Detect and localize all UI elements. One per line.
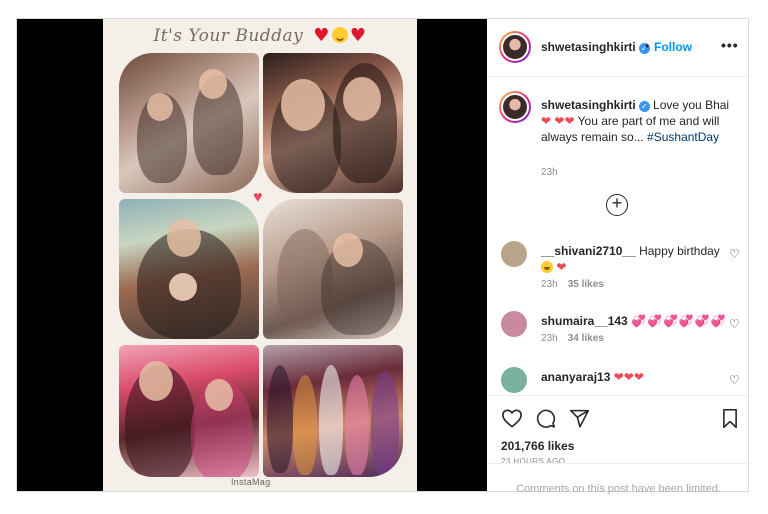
caption-timestamp[interactable]: 23h	[541, 167, 558, 178]
comment-time[interactable]: 23h	[541, 279, 558, 290]
birthday-collage: It's Your Budday ♥ ♥ ♥ InstaMag	[103, 19, 417, 491]
avatar[interactable]	[499, 91, 531, 123]
follow-button[interactable]: Follow	[654, 40, 692, 54]
comment-meta: 23h 35 likes	[541, 279, 604, 290]
share-send-icon[interactable]	[569, 408, 590, 429]
load-more-comments-button[interactable]: +	[606, 194, 628, 216]
comment-item: ananyaraj13 ❤❤❤ ♡	[487, 361, 750, 395]
like-heart-icon[interactable]	[501, 408, 523, 428]
comment-text: __shivani2710__ Happy birthday ❤	[541, 243, 731, 275]
header-separator: •	[645, 39, 650, 53]
collage-photo-2	[263, 53, 403, 193]
heart-icon: ♥	[253, 189, 263, 206]
comment-username[interactable]: __shivani2710__	[541, 244, 636, 258]
comment-body: Happy birthday	[639, 244, 720, 258]
comment-item: shumaira__143 💞💞💞💞💞💞 23h 34 likes ♡	[487, 305, 750, 367]
bookmark-icon[interactable]	[721, 408, 739, 429]
collage-photo-6	[263, 345, 403, 477]
collage-title-text: It's Your Budday	[153, 26, 304, 46]
collage-title: It's Your Budday ♥ ♥	[103, 25, 417, 46]
collage-photo-3	[119, 199, 259, 339]
comment-item: __shivani2710__ Happy birthday ❤ 23h 35 l…	[487, 235, 750, 297]
comment-icon[interactable]	[535, 408, 556, 429]
avatar[interactable]	[501, 241, 527, 267]
post-actions: 201,766 likes 23 HOURS AGO	[487, 395, 750, 466]
comment-username[interactable]: shumaira__143	[541, 314, 628, 328]
caption-text-start: Love you Bhai	[653, 98, 730, 112]
comment-meta: 23h 34 likes	[541, 333, 604, 344]
comment-text: ananyaraj13 ❤❤❤	[541, 369, 731, 385]
comment-time[interactable]: 23h	[541, 333, 558, 344]
heart-icon: ♥	[349, 25, 367, 46]
verified-badge-icon: ✓	[638, 101, 650, 112]
avatar[interactable]	[501, 367, 527, 393]
heart-icon: ❤	[556, 260, 567, 274]
avatar[interactable]	[501, 311, 527, 337]
heart-icon: ♥	[313, 25, 330, 46]
username-text[interactable]: shwetasinghkirti	[541, 40, 636, 54]
post-author-username[interactable]: shwetasinghkirti ✓	[541, 40, 650, 54]
collage-photo-5	[119, 345, 259, 477]
heart-icon: ❤	[541, 114, 552, 128]
like-comment-icon[interactable]: ♡	[729, 317, 740, 331]
comment-likes[interactable]: 34 likes	[568, 333, 604, 344]
caption-username[interactable]: shwetasinghkirti	[541, 98, 636, 112]
likes-count[interactable]: 201,766 likes	[501, 439, 574, 453]
instagram-post: It's Your Budday ♥ ♥ ♥ InstaMag shwetasi…	[16, 18, 750, 495]
comment-likes[interactable]: 35 likes	[568, 279, 604, 290]
smiling-face-icon	[331, 27, 348, 43]
comment-body: ❤❤❤	[613, 370, 644, 384]
heart-icon: ❤❤	[554, 114, 575, 128]
post-media[interactable]: It's Your Budday ♥ ♥ ♥ InstaMag	[17, 19, 487, 491]
post-caption: shwetasinghkirti ✓ Love you Bhai ❤ ❤❤ You…	[541, 97, 741, 145]
collage-title-emojis: ♥ ♥	[313, 25, 366, 46]
like-comment-icon[interactable]: ♡	[729, 247, 740, 261]
like-comment-icon[interactable]: ♡	[729, 373, 740, 387]
post-header: shwetasinghkirti ✓ • Follow •••	[487, 19, 750, 77]
more-options-icon[interactable]: •••	[721, 37, 739, 53]
comments-limited-notice: Comments on this post have been limited.	[487, 463, 750, 495]
post-sidebar: shwetasinghkirti ✓ • Follow ••• shwetasin…	[487, 19, 750, 495]
comments-section[interactable]: shwetasinghkirti ✓ Love you Bhai ❤ ❤❤ You…	[487, 77, 750, 395]
collage-photo-1	[119, 53, 259, 193]
grinning-face-icon	[541, 261, 553, 273]
avatar[interactable]	[499, 31, 531, 63]
comment-body: 💞💞💞💞💞💞	[631, 314, 727, 328]
comment-text: shumaira__143 💞💞💞💞💞💞	[541, 313, 731, 329]
collage-photo-4	[263, 199, 403, 339]
comment-username[interactable]: ananyaraj13	[541, 370, 610, 384]
collage-watermark: InstaMag	[231, 477, 271, 487]
caption-hashtag[interactable]: #SushantDay	[647, 130, 719, 144]
